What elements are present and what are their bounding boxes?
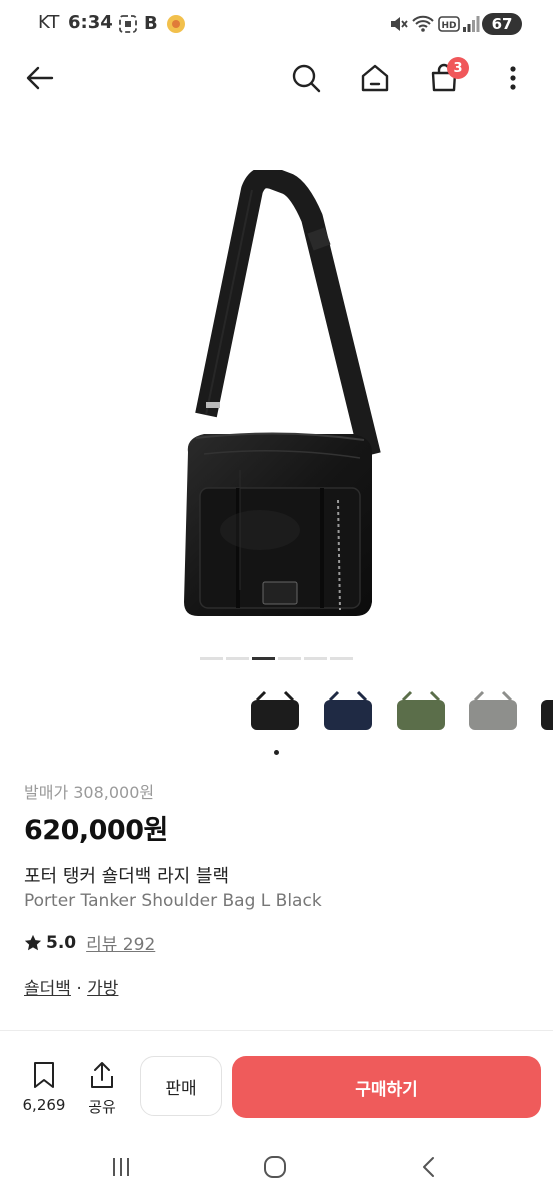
app-badge-icon: B (144, 13, 158, 34)
product-title-english: Porter Tanker Shoulder Bag L Black (24, 891, 322, 911)
recent-apps-icon (113, 1158, 129, 1176)
more-vertical-icon (510, 66, 516, 90)
sell-button-label: 판매 (165, 1078, 197, 1099)
share-label: 공유 (88, 1098, 116, 1116)
product-title-korean: 포터 탱커 숄더백 라지 블랙 (24, 866, 230, 887)
page-indicator (330, 657, 353, 660)
release-price: 발매가 308,000원 (24, 783, 155, 802)
signal-icon (463, 16, 480, 32)
mute-icon (391, 17, 408, 31)
back-nav-button[interactable] (410, 1152, 450, 1182)
wifi-icon (412, 15, 434, 32)
clock-time: 6:34 (68, 12, 113, 33)
battery-indicator: 67 (482, 13, 522, 35)
bookmark-icon (34, 1062, 54, 1088)
back-button[interactable] (20, 58, 60, 98)
thumbnail-green[interactable] (393, 690, 449, 736)
hd-icon: HD (438, 16, 460, 32)
buy-button-label: 구매하기 (355, 1079, 418, 1100)
home-icon (361, 64, 389, 92)
share-button[interactable]: 공유 (82, 1060, 122, 1117)
rating-row: 5.0 리뷰 292 (24, 930, 155, 955)
category-link-shoulder-bag[interactable]: 숄더백 (24, 979, 71, 999)
thumbnail-black[interactable] (247, 690, 303, 736)
wishlist-button[interactable]: 6,269 (18, 1060, 70, 1114)
arrow-left-icon (26, 66, 54, 90)
buy-button[interactable]: 구매하기 (232, 1056, 541, 1118)
thumbnail-silver[interactable] (465, 690, 521, 736)
carrier-label: KT (38, 12, 60, 33)
thumbnail-page-dot (274, 750, 279, 755)
home-circle-icon (264, 1156, 286, 1178)
category-link-bag[interactable]: 가방 (87, 979, 118, 999)
chevron-left-icon (423, 1157, 434, 1177)
more-options-button[interactable] (493, 58, 533, 98)
star-icon (24, 934, 42, 950)
thumbnail-black-2[interactable] (537, 690, 553, 736)
search-icon (292, 64, 321, 93)
search-button[interactable] (286, 58, 326, 98)
status-bar: KT 6:34 B HD 67 (0, 0, 553, 50)
category-separator: · (70, 979, 88, 999)
divider (0, 1030, 553, 1031)
page-indicator-active (252, 657, 275, 660)
image-pagination (200, 657, 353, 660)
wishlist-count: 6,269 (22, 1096, 66, 1114)
page-indicator (304, 657, 327, 660)
svg-text:HD: HD (441, 21, 456, 31)
category-breadcrumb: 숄더백 · 가방 (24, 974, 118, 999)
product-image[interactable] (160, 170, 400, 630)
page-indicator (226, 657, 249, 660)
sell-button[interactable]: 판매 (140, 1056, 222, 1116)
rating-score: 5.0 (46, 932, 77, 953)
page-indicator (200, 657, 223, 660)
share-icon (91, 1062, 113, 1088)
product-price: 620,000원 (24, 815, 168, 846)
cart-count-badge: 3 (447, 57, 469, 79)
recent-apps-button[interactable] (101, 1152, 141, 1182)
home-button[interactable] (355, 58, 395, 98)
screenshot-icon (119, 15, 137, 33)
review-link[interactable]: 리뷰 292 (86, 930, 155, 955)
notification-app-icon (167, 15, 185, 33)
page-indicator (278, 657, 301, 660)
battery-level: 67 (491, 15, 513, 33)
home-nav-button[interactable] (255, 1152, 295, 1182)
thumbnail-navy[interactable] (320, 690, 376, 736)
